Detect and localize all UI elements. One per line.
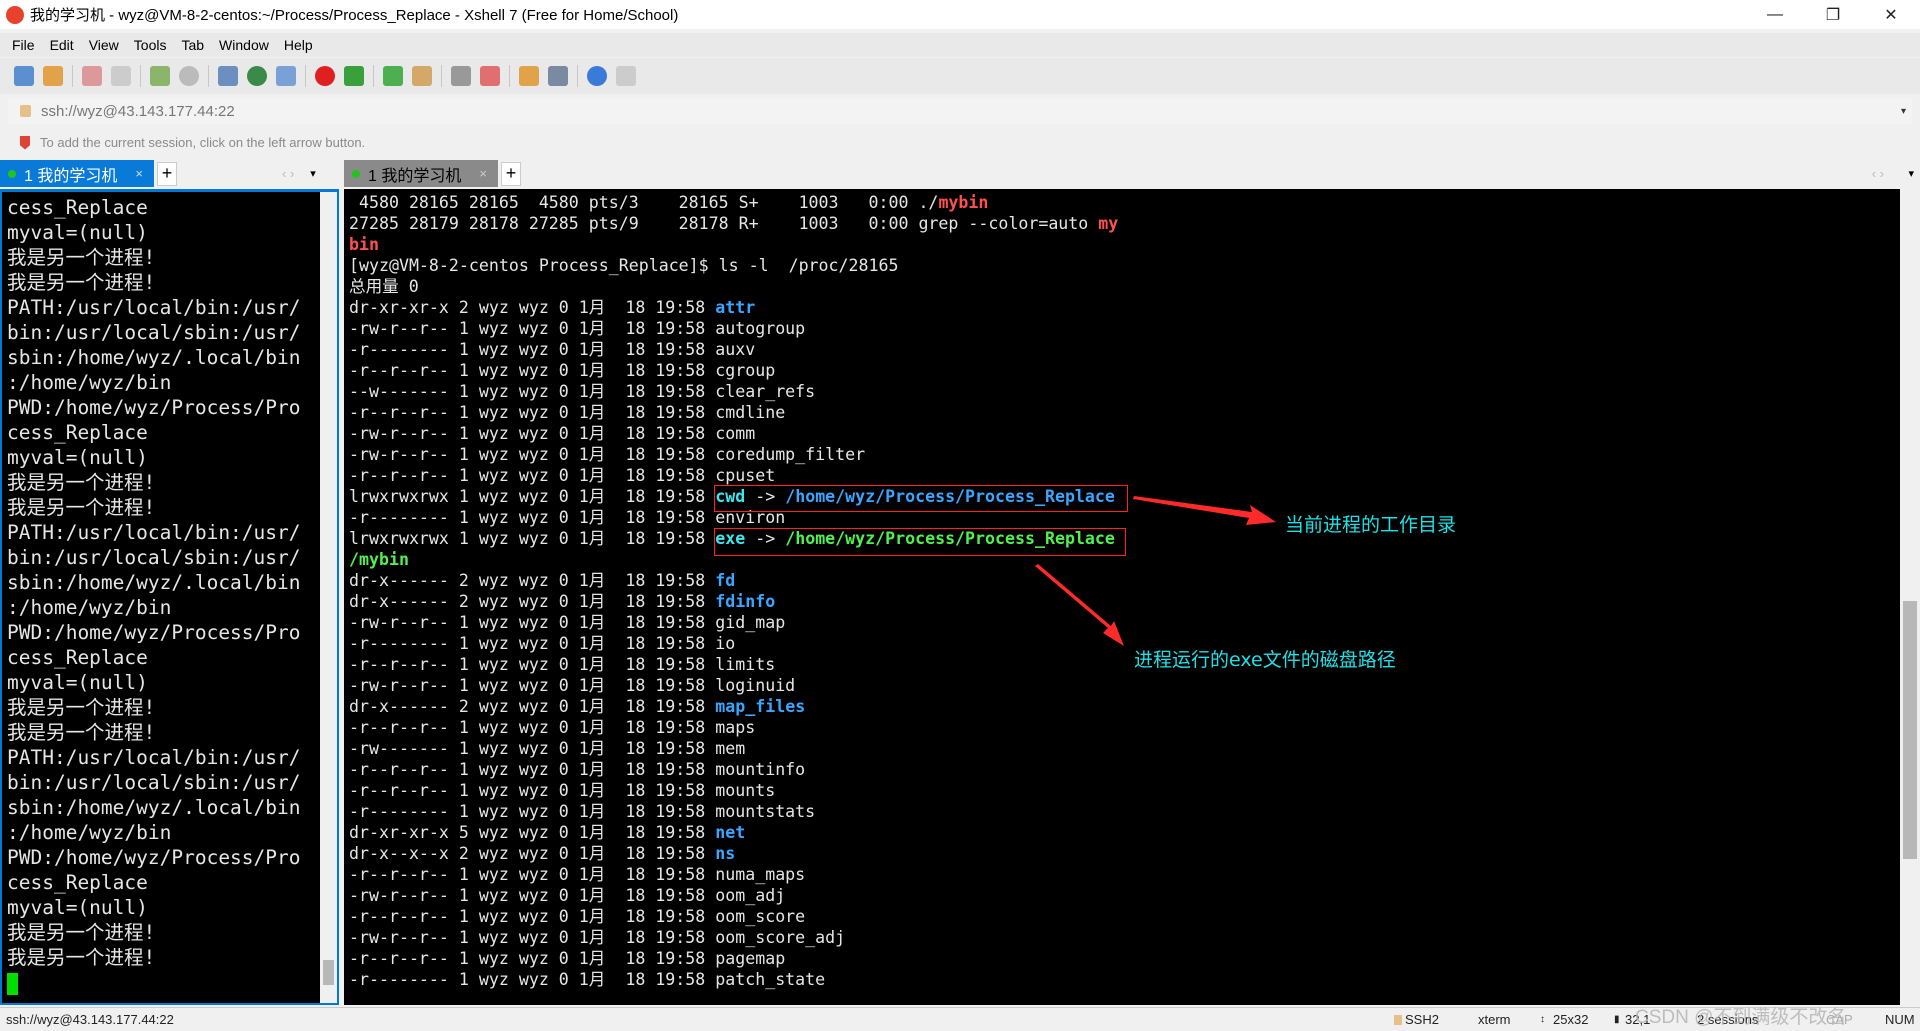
annotation-arrows [1035,496,1276,646]
status-term: xterm [1478,1012,1511,1027]
cursor-pos-icon: ▮ [1614,1014,1620,1025]
arrow-to-exe-note [1035,564,1124,646]
cwd-annotation: 当前进程的工作目录 [1285,514,1457,536]
exe-annotation: 进程运行的exe文件的磁盘路径 [1134,649,1396,671]
arrow-to-cwd-note [1133,496,1276,525]
status-bar: ssh://wyz@43.143.177.44:22 SSH2 xterm ↕ … [0,1007,1920,1031]
status-size: 25x32 [1553,1012,1589,1027]
resize-icon: ↕ [1540,1014,1545,1025]
lock-icon [1394,1015,1402,1025]
status-num: NUM [1885,1012,1915,1027]
status-address: ssh://wyz@43.143.177.44:22 [6,1012,174,1027]
watermark: CSDN @不到满级不改名 [1635,1007,1847,1028]
status-protocol: SSH2 [1405,1012,1439,1027]
